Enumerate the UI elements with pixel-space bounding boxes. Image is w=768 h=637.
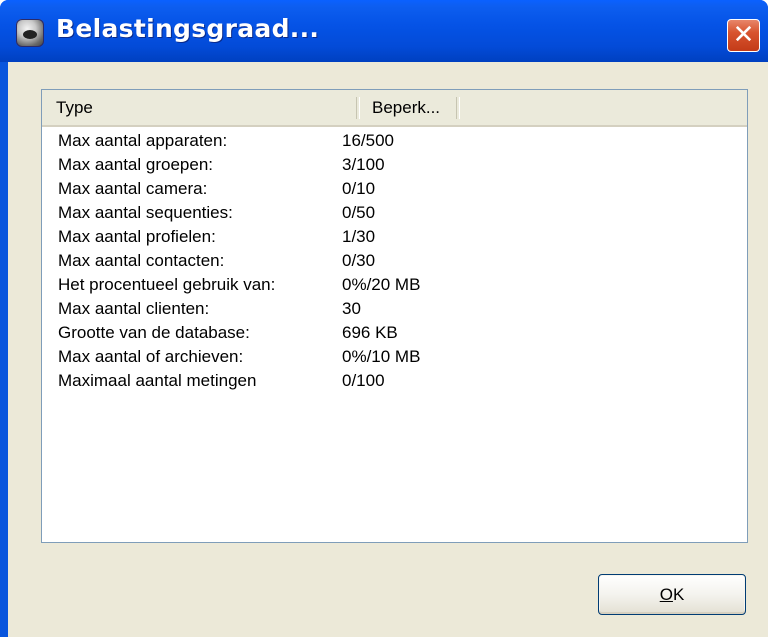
ok-label-rest: K bbox=[672, 585, 685, 604]
cell-type: Max aantal of archieven: bbox=[58, 347, 244, 366]
cell-limit: 0/50 bbox=[342, 203, 376, 222]
column-divider[interactable] bbox=[456, 97, 460, 119]
list-item[interactable]: Max aantal sequenties: 0/50 bbox=[42, 201, 747, 225]
cell-type: Max aantal profielen: bbox=[58, 227, 216, 246]
window-title: Belastingsgraad... bbox=[56, 14, 320, 43]
cell-limit: 0%/10 MB bbox=[342, 347, 421, 366]
ok-mnemonic: O bbox=[659, 585, 673, 604]
cell-type: Max aantal sequenties: bbox=[58, 203, 233, 222]
cell-type: Max aantal groepen: bbox=[58, 155, 213, 174]
list-header: Type Beperk... bbox=[42, 90, 747, 127]
close-button[interactable]: ✕ bbox=[727, 19, 760, 52]
cell-type: Max aantal camera: bbox=[58, 179, 208, 198]
list-item[interactable]: Max aantal clienten: 30 bbox=[42, 297, 747, 321]
list-item[interactable]: Grootte van de database: 696 KB bbox=[42, 321, 747, 345]
cell-type: Max aantal contacten: bbox=[58, 251, 225, 270]
cell-type: Maximaal aantal metingen bbox=[58, 371, 257, 390]
list-item[interactable]: Maximaal aantal metingen 0/100 bbox=[42, 369, 747, 393]
ok-button[interactable]: OK bbox=[598, 574, 746, 615]
list-item[interactable]: Max aantal profielen: 1/30 bbox=[42, 225, 747, 249]
cell-limit: 0%/20 MB bbox=[342, 275, 421, 294]
dialog-body: Type Beperk... Max aantal apparaten: 16/5… bbox=[8, 62, 768, 637]
cell-limit: 1/30 bbox=[342, 227, 376, 246]
list-item[interactable]: Max aantal apparaten: 16/500 bbox=[42, 129, 747, 153]
list-item[interactable]: Max aantal of archieven: 0%/10 MB bbox=[42, 345, 747, 369]
cell-limit: 3/100 bbox=[342, 155, 385, 174]
cell-type: Max aantal apparaten: bbox=[58, 131, 228, 150]
list-rows: Max aantal apparaten: 16/500 Max aantal gr… bbox=[42, 129, 747, 393]
list-item[interactable]: Max aantal camera: 0/10 bbox=[42, 177, 747, 201]
cell-limit: 696 KB bbox=[342, 323, 398, 342]
title-bar[interactable]: Belastingsgraad... ✕ bbox=[0, 0, 768, 62]
column-header-limit[interactable]: Beperk... bbox=[358, 90, 458, 125]
cell-limit: 16/500 bbox=[342, 131, 394, 150]
cell-type: Max aantal clienten: bbox=[58, 299, 210, 318]
list-item[interactable]: Het procentueel gebruik van: 0%/20 MB bbox=[42, 273, 747, 297]
app-camera-icon bbox=[16, 19, 44, 47]
limits-list[interactable]: Type Beperk... Max aantal apparaten: 16/5… bbox=[41, 89, 748, 543]
cell-type: Grootte van de database: bbox=[58, 323, 250, 342]
dialog-window: Belastingsgraad... ✕ Type Beperk... Max … bbox=[0, 0, 768, 637]
cell-limit: 0/10 bbox=[342, 179, 376, 198]
list-item[interactable]: Max aantal contacten: 0/30 bbox=[42, 249, 747, 273]
close-icon: ✕ bbox=[732, 20, 755, 50]
cell-limit: 0/100 bbox=[342, 371, 385, 390]
column-header-type[interactable]: Type bbox=[42, 90, 358, 125]
cell-type: Het procentueel gebruik van: bbox=[58, 275, 276, 294]
cell-limit: 30 bbox=[342, 299, 361, 318]
list-item[interactable]: Max aantal groepen: 3/100 bbox=[42, 153, 747, 177]
cell-limit: 0/30 bbox=[342, 251, 376, 270]
